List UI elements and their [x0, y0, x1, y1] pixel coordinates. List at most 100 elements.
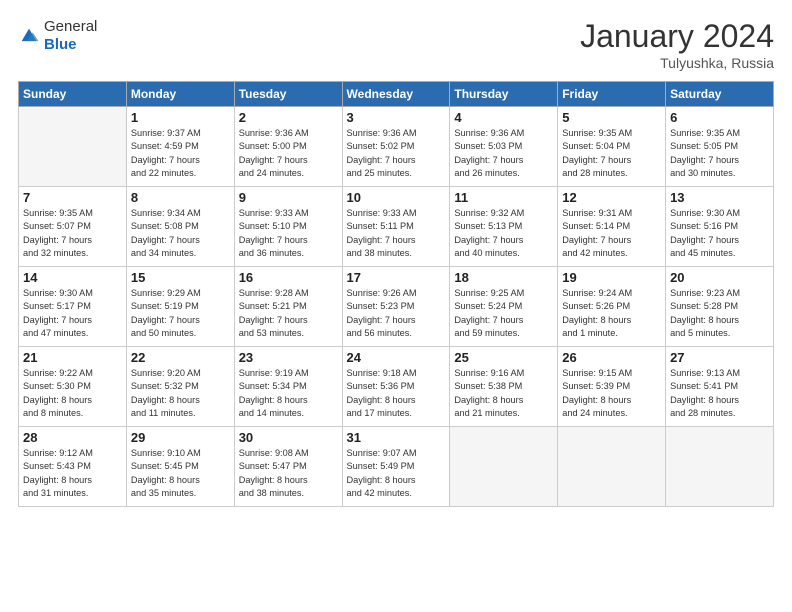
calendar-cell: 31 Sunrise: 9:07 AM Sunset: 5:49 PM Dayli…	[342, 427, 450, 507]
day-number: 4	[454, 110, 553, 125]
calendar-header-row: SundayMondayTuesdayWednesdayThursdayFrid…	[19, 82, 774, 107]
day-info: Sunrise: 9:30 AM Sunset: 5:16 PM Dayligh…	[670, 207, 769, 260]
calendar-week-row: 14 Sunrise: 9:30 AM Sunset: 5:17 PM Dayli…	[19, 267, 774, 347]
weekday-header-friday: Friday	[558, 82, 666, 107]
day-number: 23	[239, 350, 338, 365]
logo-icon	[18, 25, 40, 47]
day-info: Sunrise: 9:08 AM Sunset: 5:47 PM Dayligh…	[239, 447, 338, 500]
calendar-week-row: 1 Sunrise: 9:37 AM Sunset: 4:59 PM Daylig…	[19, 107, 774, 187]
calendar-cell: 28Sunrise: 9:12 AM Sunset: 5:43 PM Dayli…	[19, 427, 127, 507]
day-info: Sunrise: 9:33 AM Sunset: 5:11 PM Dayligh…	[347, 207, 446, 260]
day-number: 29	[131, 430, 230, 445]
day-info: Sunrise: 9:16 AM Sunset: 5:38 PM Dayligh…	[454, 367, 553, 420]
calendar-cell: 11 Sunrise: 9:32 AM Sunset: 5:13 PM Dayli…	[450, 187, 558, 267]
day-info: Sunrise: 9:32 AM Sunset: 5:13 PM Dayligh…	[454, 207, 553, 260]
calendar-cell: 25 Sunrise: 9:16 AM Sunset: 5:38 PM Dayli…	[450, 347, 558, 427]
calendar-cell	[19, 107, 127, 187]
day-number: 12	[562, 190, 661, 205]
logo: General Blue	[18, 18, 97, 54]
title-block: January 2024 Tulyushka, Russia	[580, 18, 774, 71]
weekday-header-monday: Monday	[126, 82, 234, 107]
day-number: 6	[670, 110, 769, 125]
day-info: Sunrise: 9:36 AM Sunset: 5:00 PM Dayligh…	[239, 127, 338, 180]
day-number: 22	[131, 350, 230, 365]
day-info: Sunrise: 9:33 AM Sunset: 5:10 PM Dayligh…	[239, 207, 338, 260]
page: General Blue January 2024 Tulyushka, Rus…	[0, 0, 792, 612]
day-info: Sunrise: 9:25 AM Sunset: 5:24 PM Dayligh…	[454, 287, 553, 340]
day-number: 3	[347, 110, 446, 125]
calendar-cell: 1 Sunrise: 9:37 AM Sunset: 4:59 PM Daylig…	[126, 107, 234, 187]
calendar-cell: 2 Sunrise: 9:36 AM Sunset: 5:00 PM Daylig…	[234, 107, 342, 187]
day-number: 16	[239, 270, 338, 285]
calendar-week-row: 21Sunrise: 9:22 AM Sunset: 5:30 PM Dayli…	[19, 347, 774, 427]
calendar-cell: 13 Sunrise: 9:30 AM Sunset: 5:16 PM Dayli…	[666, 187, 774, 267]
day-number: 1	[131, 110, 230, 125]
day-info: Sunrise: 9:23 AM Sunset: 5:28 PM Dayligh…	[670, 287, 769, 340]
calendar-cell: 29Sunrise: 9:10 AM Sunset: 5:45 PM Dayli…	[126, 427, 234, 507]
calendar-cell: 7Sunrise: 9:35 AM Sunset: 5:07 PM Daylig…	[19, 187, 127, 267]
calendar-cell: 4 Sunrise: 9:36 AM Sunset: 5:03 PM Daylig…	[450, 107, 558, 187]
day-info: Sunrise: 9:34 AM Sunset: 5:08 PM Dayligh…	[131, 207, 230, 260]
weekday-header-sunday: Sunday	[19, 82, 127, 107]
day-number: 19	[562, 270, 661, 285]
day-info: Sunrise: 9:26 AM Sunset: 5:23 PM Dayligh…	[347, 287, 446, 340]
calendar-cell: 12Sunrise: 9:31 AM Sunset: 5:14 PM Dayli…	[558, 187, 666, 267]
day-info: Sunrise: 9:37 AM Sunset: 4:59 PM Dayligh…	[131, 127, 230, 180]
day-info: Sunrise: 9:13 AM Sunset: 5:41 PM Dayligh…	[670, 367, 769, 420]
day-number: 24	[347, 350, 446, 365]
day-number: 2	[239, 110, 338, 125]
day-number: 8	[131, 190, 230, 205]
day-info: Sunrise: 9:36 AM Sunset: 5:03 PM Dayligh…	[454, 127, 553, 180]
day-number: 17	[347, 270, 446, 285]
day-info: Sunrise: 9:07 AM Sunset: 5:49 PM Dayligh…	[347, 447, 446, 500]
day-info: Sunrise: 9:28 AM Sunset: 5:21 PM Dayligh…	[239, 287, 338, 340]
weekday-header-tuesday: Tuesday	[234, 82, 342, 107]
calendar-cell	[666, 427, 774, 507]
day-number: 14	[23, 270, 122, 285]
calendar-cell: 26Sunrise: 9:15 AM Sunset: 5:39 PM Dayli…	[558, 347, 666, 427]
calendar-week-row: 28Sunrise: 9:12 AM Sunset: 5:43 PM Dayli…	[19, 427, 774, 507]
weekday-header-thursday: Thursday	[450, 82, 558, 107]
month-title: January 2024	[580, 18, 774, 55]
day-number: 11	[454, 190, 553, 205]
day-number: 13	[670, 190, 769, 205]
calendar-cell: 22 Sunrise: 9:20 AM Sunset: 5:32 PM Dayli…	[126, 347, 234, 427]
day-number: 25	[454, 350, 553, 365]
calendar-cell: 27 Sunrise: 9:13 AM Sunset: 5:41 PM Dayli…	[666, 347, 774, 427]
day-number: 31	[347, 430, 446, 445]
calendar-table: SundayMondayTuesdayWednesdayThursdayFrid…	[18, 81, 774, 507]
day-info: Sunrise: 9:30 AM Sunset: 5:17 PM Dayligh…	[23, 287, 122, 340]
day-number: 9	[239, 190, 338, 205]
day-number: 18	[454, 270, 553, 285]
day-number: 15	[131, 270, 230, 285]
calendar-cell: 18 Sunrise: 9:25 AM Sunset: 5:24 PM Dayli…	[450, 267, 558, 347]
day-info: Sunrise: 9:22 AM Sunset: 5:30 PM Dayligh…	[23, 367, 122, 420]
calendar-week-row: 7Sunrise: 9:35 AM Sunset: 5:07 PM Daylig…	[19, 187, 774, 267]
day-number: 5	[562, 110, 661, 125]
day-number: 27	[670, 350, 769, 365]
calendar-cell: 19 Sunrise: 9:24 AM Sunset: 5:26 PM Dayli…	[558, 267, 666, 347]
calendar-cell	[450, 427, 558, 507]
day-info: Sunrise: 9:29 AM Sunset: 5:19 PM Dayligh…	[131, 287, 230, 340]
location-title: Tulyushka, Russia	[580, 55, 774, 71]
day-info: Sunrise: 9:35 AM Sunset: 5:07 PM Dayligh…	[23, 207, 122, 260]
calendar-cell	[558, 427, 666, 507]
day-info: Sunrise: 9:24 AM Sunset: 5:26 PM Dayligh…	[562, 287, 661, 340]
day-info: Sunrise: 9:20 AM Sunset: 5:32 PM Dayligh…	[131, 367, 230, 420]
calendar-cell: 30Sunrise: 9:08 AM Sunset: 5:47 PM Dayli…	[234, 427, 342, 507]
header: General Blue January 2024 Tulyushka, Rus…	[18, 18, 774, 71]
calendar-cell: 5 Sunrise: 9:35 AM Sunset: 5:04 PM Daylig…	[558, 107, 666, 187]
logo-blue: Blue	[44, 36, 77, 53]
calendar-cell: 15 Sunrise: 9:29 AM Sunset: 5:19 PM Dayli…	[126, 267, 234, 347]
calendar-cell: 10Sunrise: 9:33 AM Sunset: 5:11 PM Dayli…	[342, 187, 450, 267]
logo-text: General Blue	[44, 18, 97, 54]
weekday-header-saturday: Saturday	[666, 82, 774, 107]
calendar-cell: 3Sunrise: 9:36 AM Sunset: 5:02 PM Daylig…	[342, 107, 450, 187]
day-info: Sunrise: 9:35 AM Sunset: 5:04 PM Dayligh…	[562, 127, 661, 180]
calendar-cell: 16 Sunrise: 9:28 AM Sunset: 5:21 PM Dayli…	[234, 267, 342, 347]
calendar-cell: 23Sunrise: 9:19 AM Sunset: 5:34 PM Dayli…	[234, 347, 342, 427]
day-number: 28	[23, 430, 122, 445]
calendar-cell: 24Sunrise: 9:18 AM Sunset: 5:36 PM Dayli…	[342, 347, 450, 427]
calendar-cell: 20Sunrise: 9:23 AM Sunset: 5:28 PM Dayli…	[666, 267, 774, 347]
weekday-header-wednesday: Wednesday	[342, 82, 450, 107]
